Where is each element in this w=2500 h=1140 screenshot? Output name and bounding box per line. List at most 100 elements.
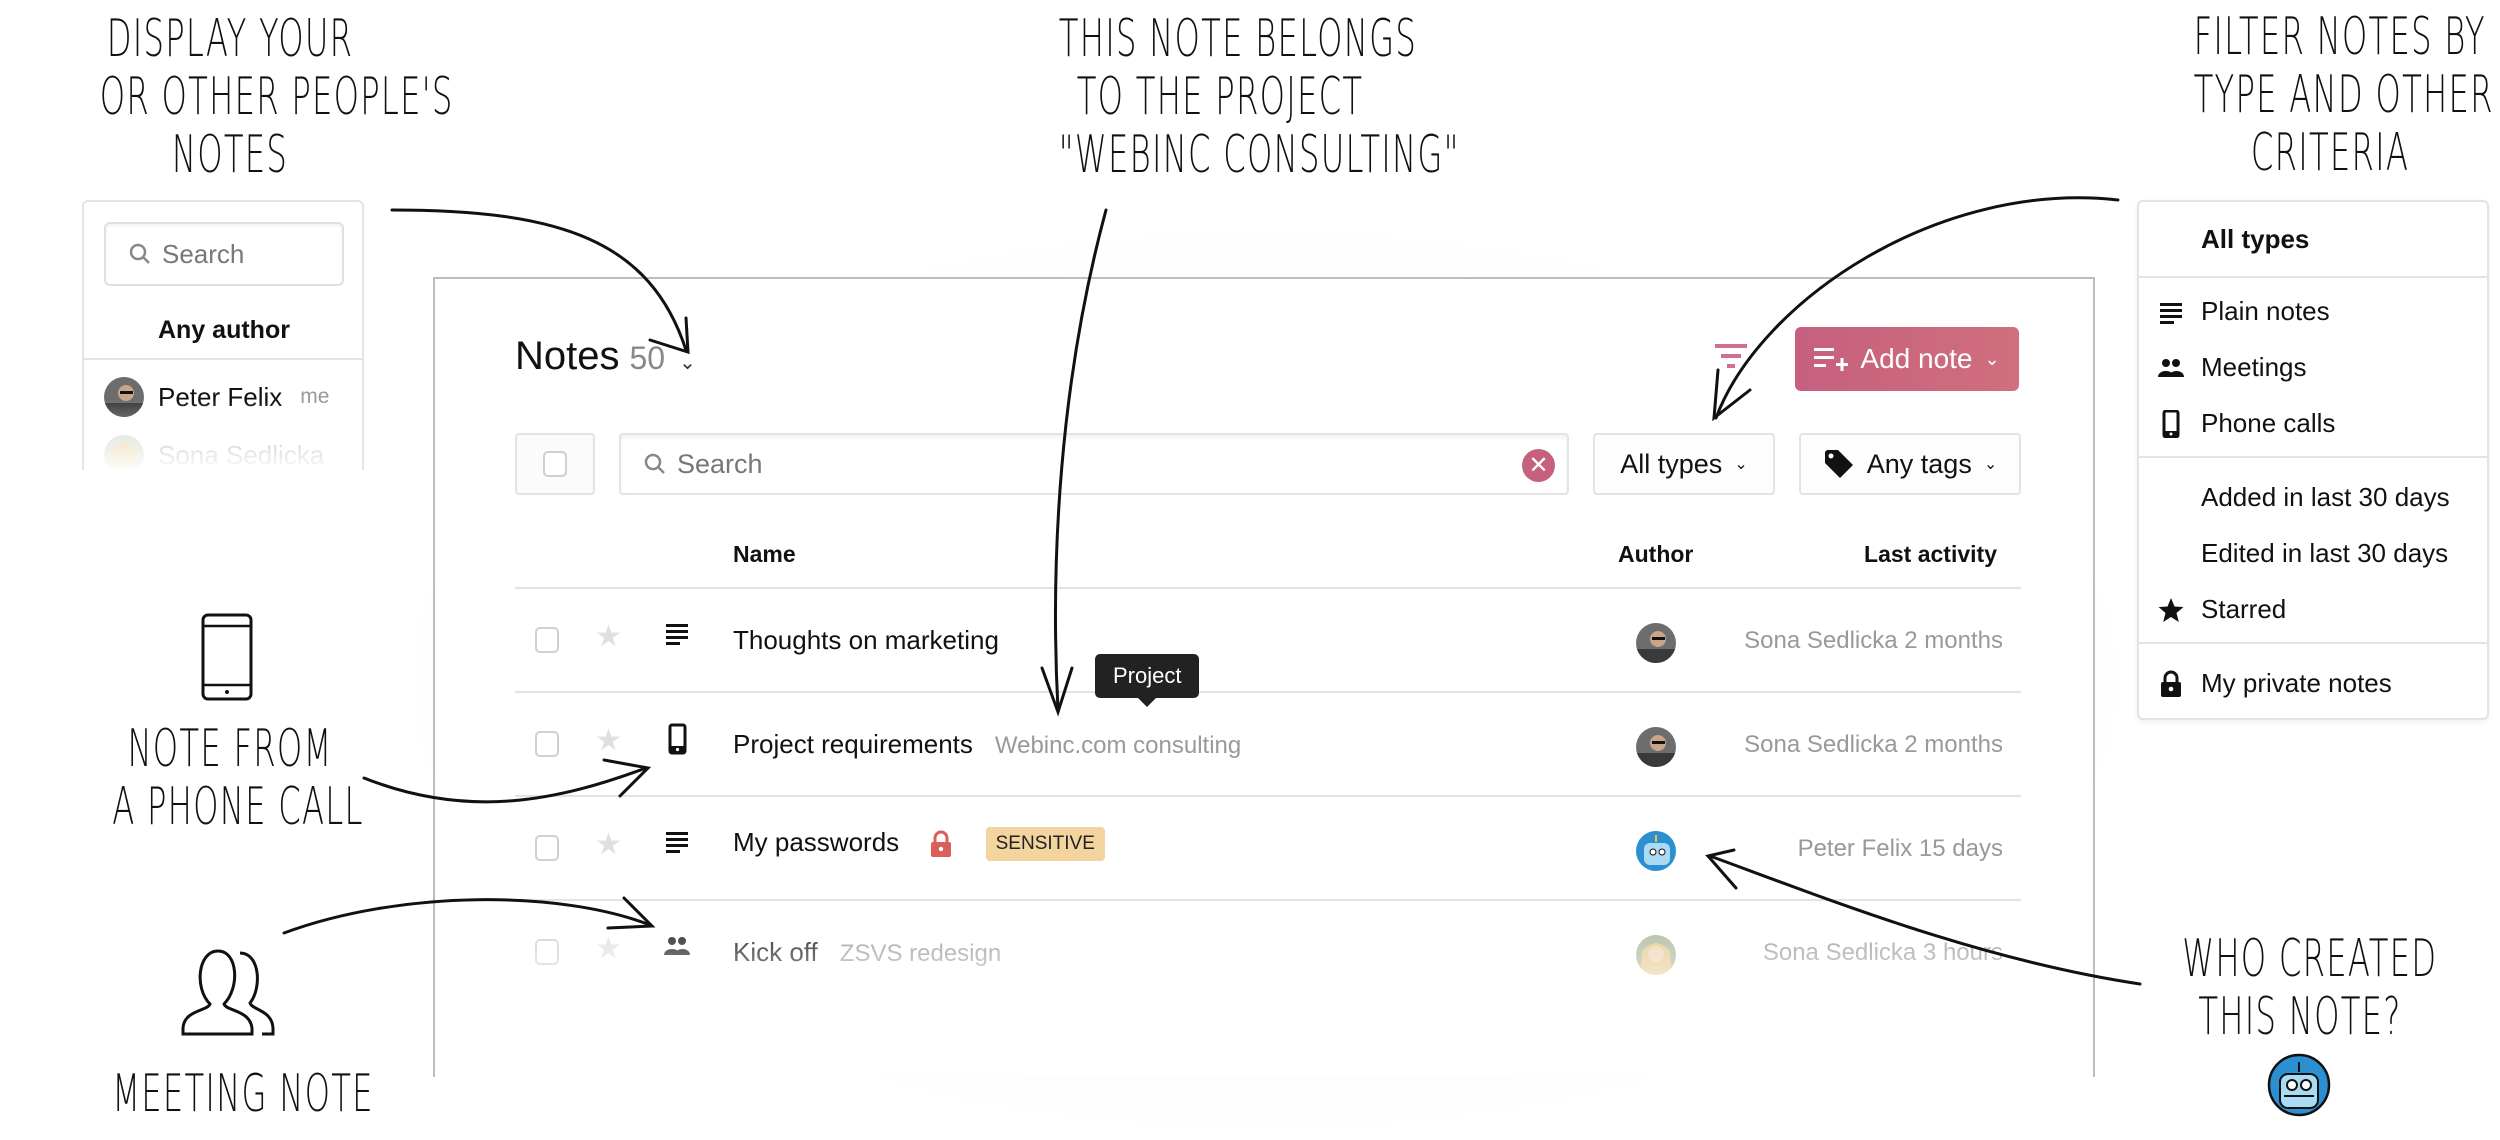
note-name[interactable]: Project requirements Webinc.com consultin… — [733, 729, 1241, 760]
star-icon[interactable]: ★ — [595, 619, 622, 654]
menu-item-label: Phone calls — [2201, 407, 2336, 438]
lock-icon — [2161, 670, 2181, 697]
table-row[interactable]: ★ Initial details Sortio for Softec Micha… — [515, 1003, 2021, 1077]
phone-icon — [668, 723, 687, 755]
note-title: My passwords — [733, 827, 900, 857]
author-avatar[interactable] — [1636, 727, 1676, 767]
add-note-button[interactable]: Add note ⌄ — [1795, 327, 2019, 391]
menu-item-label: Plain notes — [2201, 295, 2330, 326]
author-name: Peter Felix — [158, 381, 283, 412]
project-tooltip: Project — [1095, 654, 1200, 707]
column-header-last-activity[interactable]: Last activity — [1864, 541, 1997, 568]
star-icon — [2158, 598, 2184, 622]
project-link[interactable]: Webinc.com consulting — [995, 732, 1241, 759]
table-row[interactable]: ★ Kick off ZSVS redesign Sona Sedlicka 3 … — [515, 899, 2021, 1003]
annotation-project: This note belongs to the project "Webinc… — [1058, 9, 1460, 186]
divider — [2139, 276, 2487, 278]
author-option[interactable]: Peter Felix me — [104, 377, 329, 417]
type-filter-dropdown[interactable]: All types ⌄ — [1593, 433, 1775, 495]
author-avatar[interactable] — [1636, 623, 1676, 663]
people-icon — [2158, 359, 2184, 377]
menu-item-label: My private notes — [2201, 667, 2392, 698]
annotation-author-created: Who created this note? — [2182, 929, 2438, 1048]
menu-item-plain-notes[interactable]: Plain notes — [2139, 286, 2487, 336]
table-row[interactable]: ★ Project requirements Webinc.com consult… — [515, 691, 2021, 795]
notes-panel: Notes 50 ⌄ Add note ⌄ Search ✕ All types… — [433, 277, 2095, 1077]
star-icon[interactable]: ★ — [595, 827, 622, 862]
annotation-phone: Note from a phone call — [112, 719, 364, 838]
row-checkbox[interactable] — [535, 1043, 559, 1069]
add-note-label: Add note — [1860, 343, 1973, 374]
playlist-add-icon — [1814, 348, 1849, 371]
note-name[interactable]: Thoughts on marketing — [733, 625, 999, 656]
author-avatar[interactable] — [1636, 1039, 1676, 1077]
menu-item-added-30-days[interactable]: Added in last 30 days — [2139, 472, 2487, 522]
row-checkbox[interactable] — [535, 731, 559, 757]
search-placeholder: Search — [677, 448, 763, 479]
notes-title-dropdown[interactable]: Notes 50 ⌄ — [515, 334, 696, 379]
author-name: Sona Sedlicka — [158, 439, 325, 470]
author-avatar[interactable] — [1636, 935, 1676, 975]
author-search-input[interactable]: Search — [104, 222, 344, 286]
note-title: Kick off — [733, 937, 818, 967]
table-row[interactable]: ★ Thoughts on marketing Sona Sedlicka 2 … — [515, 587, 2021, 691]
menu-item-edited-30-days[interactable]: Edited in last 30 days — [2139, 528, 2487, 578]
row-checkbox[interactable] — [535, 939, 559, 965]
notes-search-input[interactable]: Search ✕ — [619, 433, 1569, 495]
annotation-authors: Display your or other people's notes — [99, 9, 454, 186]
column-header-author[interactable]: Author — [1618, 541, 1693, 568]
menu-item-meetings[interactable]: Meetings — [2139, 342, 2487, 392]
star-icon[interactable]: ★ — [595, 723, 622, 758]
sensitive-badge: SENSITIVE — [985, 827, 1105, 862]
tags-filter-dropdown[interactable]: Any tags ⌄ — [1799, 433, 2021, 495]
last-activity: Sona Sedlicka 3 hours — [1762, 939, 2003, 966]
note-name[interactable]: Initial details Sortio for Softec — [733, 1041, 1070, 1072]
author-avatar[interactable] — [1636, 831, 1676, 871]
notes-icon — [666, 832, 688, 853]
chevron-down-icon: ⌄ — [1983, 456, 1998, 473]
filter-icon[interactable] — [1713, 341, 1749, 371]
project-link[interactable]: ZSVS redesign — [840, 940, 1001, 967]
avatar — [104, 377, 144, 417]
notes-count: 50 — [629, 340, 666, 376]
note-name[interactable]: My passwords SENSITIVE — [733, 827, 1105, 862]
select-all-checkbox[interactable] — [515, 433, 595, 495]
column-header-name[interactable]: Name — [733, 541, 796, 568]
menu-item-label: Starred — [2201, 593, 2287, 624]
menu-item-label: Meetings — [2201, 351, 2307, 382]
tags-filter-label: Any tags — [1866, 448, 1972, 479]
last-activity: Peter Felix 15 days — [1797, 835, 2003, 862]
sketch-phone-icon — [201, 613, 253, 701]
last-activity: Sona Sedlicka 2 months — [1744, 627, 2003, 654]
last-activity: Sona Sedlicka 2 months — [1744, 731, 2003, 758]
note-title: Thoughts on marketing — [733, 625, 999, 655]
author-option-any[interactable]: Any author — [84, 302, 362, 360]
phone-icon — [2162, 410, 2180, 438]
menu-item-all-types[interactable]: All types — [2139, 214, 2487, 264]
notes-icon — [2160, 303, 2182, 324]
page-title: Notes — [515, 334, 620, 378]
star-icon[interactable]: ★ — [595, 1035, 622, 1070]
menu-item-private-notes[interactable]: My private notes — [2139, 658, 2487, 708]
menu-item-starred[interactable]: Starred — [2139, 584, 2487, 634]
checkbox[interactable] — [543, 451, 567, 477]
author-dropdown: Search Any author Peter Felix me Sona Se… — [82, 200, 364, 470]
note-name[interactable]: Kick off ZSVS redesign — [733, 937, 1001, 968]
chevron-down-icon: ⌄ — [1734, 456, 1748, 473]
divider — [2139, 642, 2487, 644]
row-checkbox[interactable] — [535, 627, 559, 653]
author-option[interactable]: Sona Sedlicka — [104, 435, 324, 470]
row-checkbox[interactable] — [535, 835, 559, 861]
notes-icon — [666, 624, 688, 645]
menu-item-phone-calls[interactable]: Phone calls — [2139, 398, 2487, 448]
search-icon — [644, 453, 665, 474]
tag-icon — [1824, 450, 1853, 478]
type-filter-menu: All types Plain notes Meetings Phone cal… — [2137, 200, 2489, 720]
star-icon[interactable]: ★ — [595, 931, 622, 966]
chevron-down-icon: ⌄ — [679, 352, 696, 374]
clear-search-icon[interactable]: ✕ — [1522, 449, 1555, 482]
avatar — [104, 435, 144, 470]
table-row[interactable]: ★ My passwords SENSITIVE Peter Felix 15 … — [515, 795, 2021, 899]
menu-item-label: All types — [2201, 223, 2310, 254]
project-link[interactable]: Sortio for Softec — [898, 1044, 1070, 1071]
